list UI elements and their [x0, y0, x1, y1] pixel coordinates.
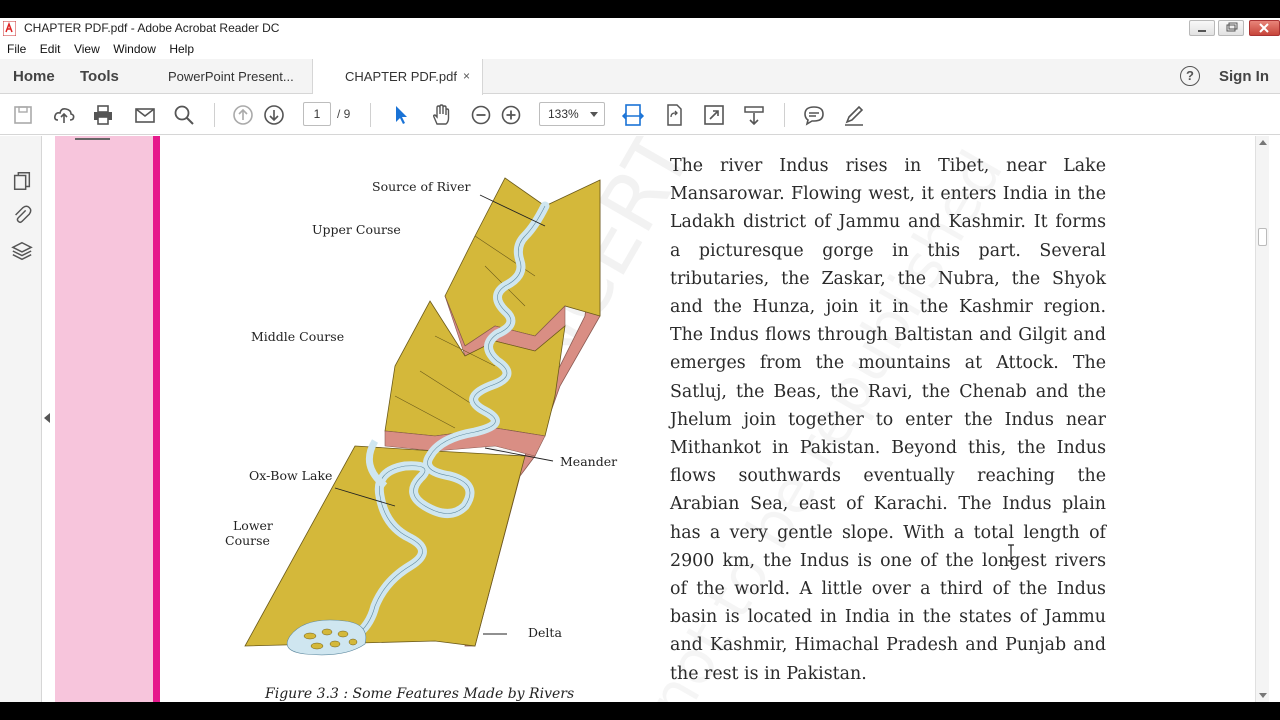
text-line: of the world. A little over a third of t…	[670, 579, 1106, 600]
text-line: a picturesque gorge in this part. Severa…	[670, 240, 1106, 261]
text-line: basin is located in India in the states …	[670, 607, 1106, 628]
navigation-panel	[0, 136, 42, 702]
scroll-mode-icon[interactable]	[742, 103, 766, 127]
toolbar-separator	[784, 103, 785, 127]
restore-button[interactable]	[1218, 20, 1244, 36]
document-view: © NCERT not to be republished	[55, 136, 1255, 702]
acrobat-window: CHAPTER PDF.pdf - Adobe Acrobat Reader D…	[0, 18, 1280, 702]
tab-powerpoint-label: PowerPoint Present...	[168, 69, 294, 84]
zoom-in-icon[interactable]	[499, 103, 523, 127]
comment-icon[interactable]	[802, 103, 826, 127]
page-thumbnails-icon[interactable]	[11, 170, 33, 192]
hand-tool-icon[interactable]	[429, 103, 453, 127]
text-line: Jhelum join together to enter the Indus …	[670, 409, 1106, 430]
text-line: flows southwards eventually reaching the	[670, 466, 1106, 487]
tools-tab[interactable]: Tools	[80, 68, 119, 85]
menu-view[interactable]: View	[74, 39, 100, 56]
menu-edit[interactable]: Edit	[40, 39, 61, 56]
full-screen-icon[interactable]	[702, 103, 726, 127]
label-source-of-river: Source of River	[372, 179, 471, 194]
text-line: tributaries, the Zaskar, the Nubra, the …	[670, 268, 1106, 289]
menu-window[interactable]: Window	[113, 39, 156, 56]
upload-cloud-icon[interactable]	[52, 103, 76, 127]
toolbar-separator	[370, 103, 371, 127]
rotate-view-icon[interactable]	[662, 103, 686, 127]
text-line: Ladakh district of Jammu and Kashmir. It…	[670, 212, 1106, 233]
search-icon[interactable]	[172, 103, 196, 127]
page-margin-stripe	[153, 136, 160, 702]
text-line: 2900 km, the Indus is one of the longest…	[670, 550, 1106, 571]
text-line: emerges from the mountains at Attock. Th…	[670, 353, 1106, 374]
home-tab[interactable]: Home	[13, 68, 55, 85]
text-cursor-icon	[1008, 544, 1014, 562]
text-line: Arabian Sea, east of Karachi. The Indus …	[670, 494, 1106, 515]
vertical-scrollbar[interactable]	[1255, 136, 1269, 702]
text-line: Satluj, the Beas, the Ravi, the Chenab a…	[670, 381, 1106, 402]
page-number-input[interactable]: 1	[303, 102, 331, 126]
next-page-icon[interactable]	[262, 103, 286, 127]
restore-icon	[1226, 22, 1238, 32]
scroll-down-icon[interactable]	[1259, 693, 1267, 699]
pen-sign-icon[interactable]	[842, 103, 866, 127]
body-paragraph: The river Indus rises in Tibet, near Lak…	[670, 152, 1106, 688]
tab-powerpoint[interactable]: PowerPoint Present...	[145, 59, 313, 94]
select-cursor-icon[interactable]	[389, 103, 413, 127]
acrobat-app-icon	[3, 21, 16, 36]
page-margin-band	[55, 136, 153, 702]
email-icon[interactable]	[133, 103, 157, 127]
text-line: and the Hunza, join it in the Kashmir re…	[670, 297, 1106, 318]
zoom-level-dropdown[interactable]: 133%	[539, 102, 605, 126]
text-line: has a very gentle slope. With a total le…	[670, 522, 1106, 543]
label-course: Course	[225, 533, 270, 548]
tab-bar: Home Tools PowerPoint Present... CHAPTER…	[0, 59, 1280, 95]
layers-icon[interactable]	[11, 240, 33, 262]
text-line: the rest is in Pakistan.	[670, 663, 867, 684]
print-icon[interactable]	[91, 103, 115, 127]
attachments-icon[interactable]	[11, 204, 33, 226]
label-lower: Lower	[233, 518, 273, 533]
page-top-mark	[75, 138, 110, 140]
zoom-out-icon[interactable]	[469, 103, 493, 127]
river-features-illustration	[244, 177, 601, 656]
bottom-black-strip	[0, 702, 1280, 720]
text-line: The Indus flows through Baltistan and Gi…	[670, 325, 1106, 346]
minimize-icon	[1198, 30, 1206, 32]
page-total: / 9	[337, 107, 351, 121]
fit-width-icon[interactable]	[621, 103, 645, 127]
save-icon[interactable]	[11, 103, 35, 127]
label-middle-course: Middle Course	[251, 329, 345, 344]
text-line: Mansarowar. Flowing west, it enters Indi…	[670, 184, 1106, 205]
zoom-level-value: 133%	[548, 107, 579, 121]
text-line: Mithankot in Pakistan. Beyond this, the …	[670, 438, 1106, 459]
scroll-up-icon[interactable]	[1259, 139, 1267, 145]
collapse-panel-arrow-icon[interactable]	[44, 413, 50, 423]
close-icon	[1259, 23, 1269, 33]
right-tools-pane-edge	[1269, 136, 1280, 702]
label-meander: Meander	[560, 454, 618, 469]
menu-bar: File Edit View Window Help	[0, 39, 1280, 59]
toolbar-separator	[214, 103, 215, 127]
label-delta: Delta	[528, 625, 562, 640]
label-upper-course: Upper Course	[312, 222, 401, 237]
chevron-down-icon	[590, 112, 598, 117]
scrollbar-thumb[interactable]	[1258, 228, 1267, 246]
close-window-button[interactable]	[1249, 20, 1280, 36]
menu-help[interactable]: Help	[169, 39, 194, 56]
text-line: The river Indus rises in Tibet, near Lak…	[670, 156, 1106, 176]
tab-chapter-pdf[interactable]: CHAPTER PDF.pdf ×	[313, 59, 483, 95]
toolbar: 1 / 9 133%	[0, 95, 1280, 135]
menu-file[interactable]: File	[7, 39, 26, 56]
text-line: and Kashmir, Himachal Pradesh and Punjab…	[670, 635, 1106, 656]
previous-page-icon[interactable]	[231, 103, 255, 127]
tab-chapter-pdf-label: CHAPTER PDF.pdf	[345, 69, 457, 84]
close-tab-icon[interactable]: ×	[463, 69, 470, 83]
figure-caption: Figure 3.3 : Some Features Made by River…	[265, 686, 575, 702]
sign-in-link[interactable]: Sign In	[1219, 68, 1269, 85]
title-bar: CHAPTER PDF.pdf - Adobe Acrobat Reader D…	[0, 18, 1280, 39]
window-title: CHAPTER PDF.pdf - Adobe Acrobat Reader D…	[24, 21, 280, 35]
label-ox-bow-lake: Ox-Bow Lake	[249, 468, 333, 483]
minimize-button[interactable]	[1189, 20, 1215, 36]
help-icon[interactable]: ?	[1180, 66, 1200, 86]
